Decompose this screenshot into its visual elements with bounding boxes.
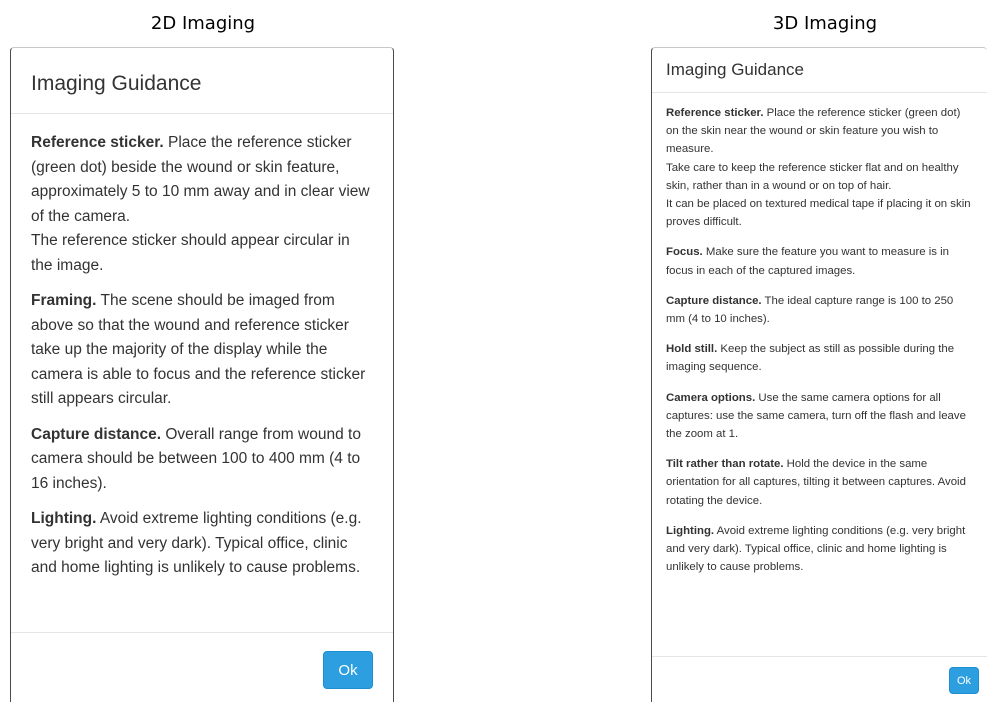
guidance-text: The scene should be imaged from above so…: [31, 292, 366, 407]
imaging-guidance-dialog-3d: Imaging Guidance Reference sticker. Plac…: [651, 47, 987, 702]
guidance-reference-sticker: Reference sticker. Place the reference s…: [666, 104, 975, 231]
guidance-text: Make sure the feature you want to measur…: [666, 246, 950, 277]
guidance-heading: Framing.: [31, 292, 97, 309]
guidance-heading: Tilt rather than rotate.: [666, 458, 784, 471]
guidance-heading: Camera options.: [666, 391, 756, 404]
guidance-heading: Reference sticker.: [31, 134, 164, 151]
dialog-title: Imaging Guidance: [31, 72, 202, 95]
guidance-heading: Lighting.: [31, 510, 97, 527]
imaging-guidance-dialog-2d: Imaging Guidance Reference sticker. Plac…: [10, 47, 394, 702]
dialog-title: Imaging Guidance: [666, 60, 804, 79]
guidance-framing: Framing. The scene should be imaged from…: [31, 289, 373, 412]
guidance-text: Take care to keep the reference sticker …: [666, 161, 959, 192]
dialog-footer: Ok: [11, 632, 393, 702]
ok-button[interactable]: Ok: [949, 667, 979, 694]
guidance-heading: Hold still.: [666, 343, 718, 356]
guidance-lighting: Lighting. Avoid extreme lighting conditi…: [666, 522, 975, 577]
guidance-heading: Capture distance.: [666, 294, 762, 307]
guidance-heading: Focus.: [666, 246, 703, 259]
guidance-capture-distance: Capture distance. Overall range from wou…: [31, 423, 373, 497]
ok-button[interactable]: Ok: [323, 651, 373, 689]
guidance-text: The reference sticker should appear circ…: [31, 232, 350, 274]
guidance-heading: Lighting.: [666, 524, 715, 537]
guidance-hold-still: Hold still. Keep the subject as still as…: [666, 340, 975, 376]
guidance-heading: Reference sticker.: [666, 107, 764, 119]
guidance-tilt: Tilt rather than rotate. Hold the device…: [666, 455, 975, 510]
guidance-heading: Capture distance.: [31, 425, 162, 443]
guidance-lighting: Lighting. Avoid extreme lighting conditi…: [31, 507, 373, 581]
guidance-capture-distance: Capture distance. The ideal capture rang…: [666, 292, 975, 328]
caption-3d-imaging: 3D Imaging: [772, 13, 878, 34]
dialog-header: Imaging Guidance: [11, 48, 393, 114]
guidance-text: It can be placed on textured medical tap…: [666, 198, 971, 229]
guidance-camera-options: Camera options. Use the same camera opti…: [666, 389, 975, 444]
guidance-focus: Focus. Make sure the feature you want to…: [666, 243, 975, 279]
dialog-body: Reference sticker. Place the reference s…: [11, 114, 393, 581]
dialog-footer: Ok: [652, 656, 987, 702]
dialog-header: Imaging Guidance: [652, 48, 987, 93]
guidance-reference-sticker: Reference sticker. Place the reference s…: [31, 131, 373, 278]
caption-2d-imaging: 2D Imaging: [150, 13, 256, 34]
dialog-body: Reference sticker. Place the reference s…: [652, 93, 987, 576]
